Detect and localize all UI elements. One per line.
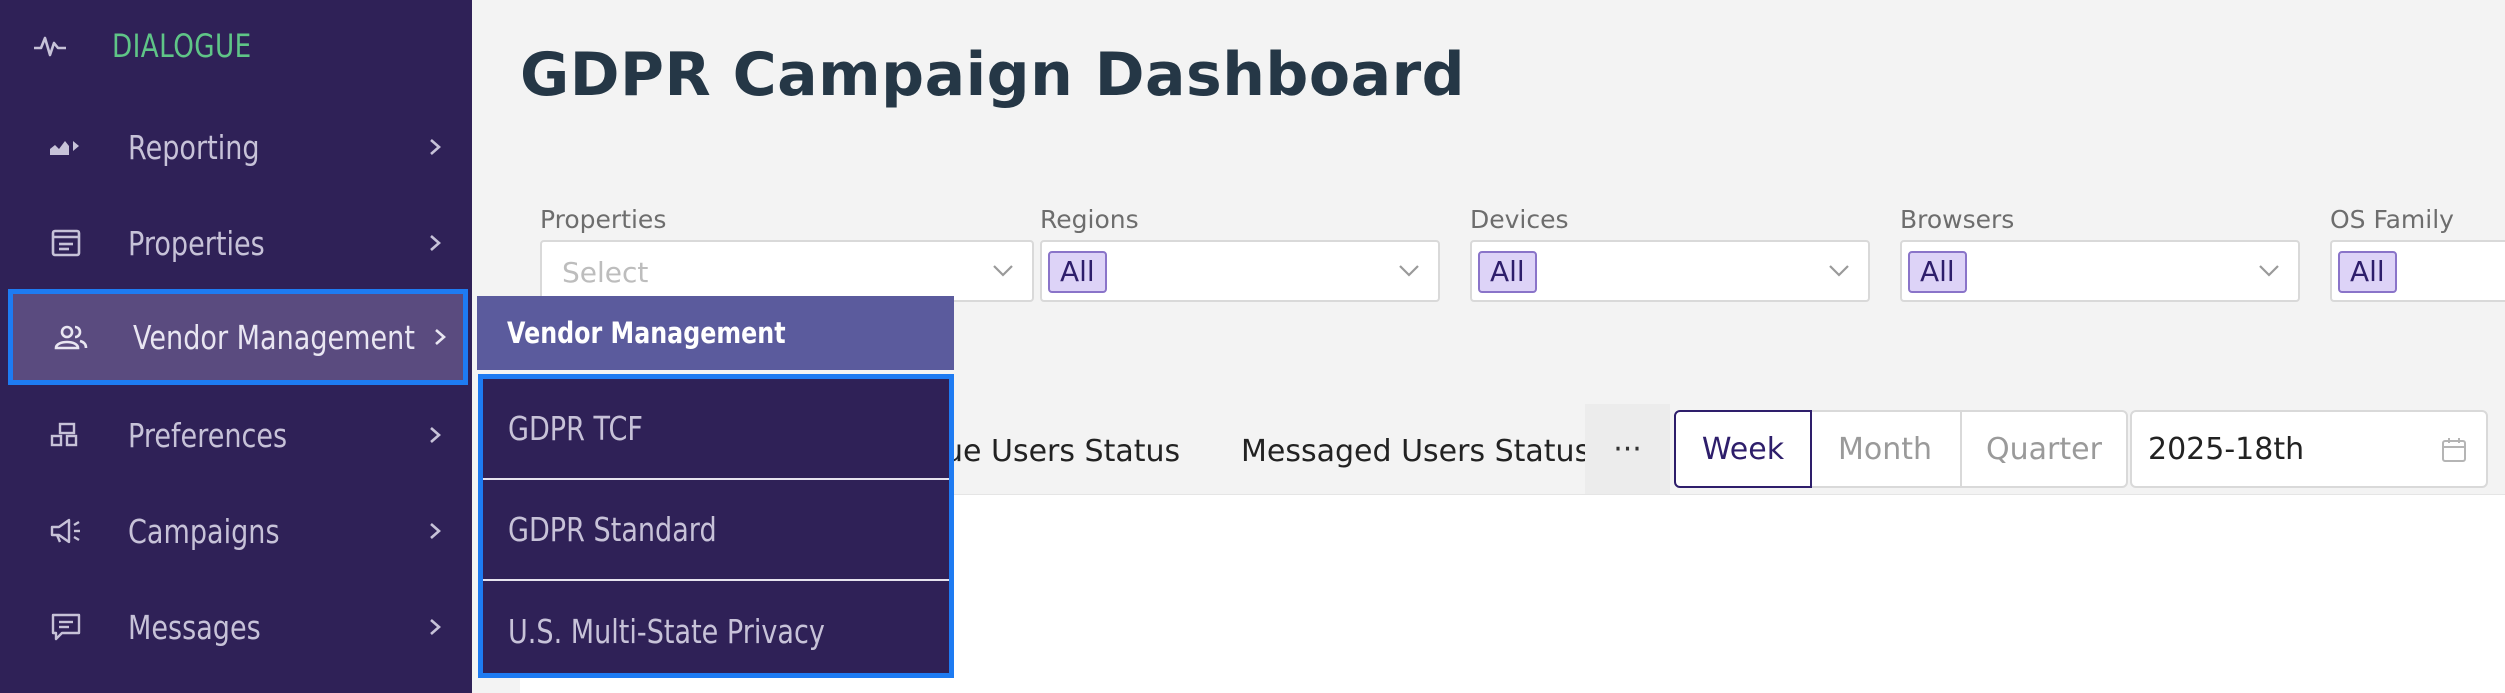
sidebar-item-properties[interactable]: Properties xyxy=(0,195,472,291)
devices-select[interactable]: All xyxy=(1470,240,1870,302)
sidebar-item-label: Messages xyxy=(128,607,261,647)
devices-filter-label: Devices xyxy=(1470,205,1569,234)
chevron-right-icon xyxy=(420,612,450,642)
os-family-filter-label: OS Family xyxy=(2330,205,2454,234)
more-tabs-button[interactable]: ··· xyxy=(1585,404,1670,494)
chart-icon xyxy=(46,127,86,167)
os-family-select[interactable]: All xyxy=(2330,240,2505,302)
menu-item-gdpr-standard[interactable]: GDPR Standard xyxy=(483,480,949,581)
properties-filter-label: Properties xyxy=(540,205,667,234)
period-month-button[interactable]: Month xyxy=(1810,410,1962,488)
week-date-picker[interactable]: 2025-18th xyxy=(2130,410,2488,488)
browsers-filter-label: Browsers xyxy=(1900,205,2015,234)
users-icon xyxy=(51,317,91,357)
sidebar-item-reporting[interactable]: Reporting xyxy=(0,99,472,195)
chevron-right-icon xyxy=(420,420,450,450)
chevron-right-icon xyxy=(420,516,450,546)
date-value: 2025-18th xyxy=(2148,432,2305,467)
chevron-right-icon xyxy=(420,132,450,162)
menu-item-label: GDPR TCF xyxy=(508,409,643,448)
chevron-down-icon xyxy=(988,256,1018,286)
period-week-button[interactable]: Week xyxy=(1674,410,1812,488)
menu-item-label: U.S. Multi-State Privacy xyxy=(508,612,825,651)
properties-placeholder: Select xyxy=(562,256,649,289)
sidebar-item-label: Campaigns xyxy=(128,511,280,551)
tab-unique-users-status[interactable]: ue Users Status xyxy=(944,434,1180,469)
regions-select[interactable]: All xyxy=(1040,240,1440,302)
devices-tag: All xyxy=(1478,251,1537,293)
menu-item-gdpr-tcf[interactable]: GDPR TCF xyxy=(483,379,949,480)
sidebar-item-label: Reporting xyxy=(128,127,260,167)
sidebar-item-label: Vendor Management xyxy=(133,317,415,357)
chevron-right-icon xyxy=(425,322,455,352)
sidebar-item-messages[interactable]: Messages xyxy=(0,579,472,675)
menu-item-label: GDPR Standard xyxy=(508,510,717,549)
menu-item-us-multi-state-privacy[interactable]: U.S. Multi-State Privacy xyxy=(483,581,949,682)
properties-icon xyxy=(46,223,86,263)
message-icon xyxy=(46,607,86,647)
chevron-down-icon xyxy=(2254,256,2284,286)
sidebar-item-preferences[interactable]: Preferences xyxy=(0,387,472,483)
sidebar-item-campaigns[interactable]: Campaigns xyxy=(0,483,472,579)
sidebar-item-vendor-management[interactable]: Vendor Management xyxy=(8,289,468,385)
period-quarter-button[interactable]: Quarter xyxy=(1960,410,2128,488)
regions-tag: All xyxy=(1048,251,1107,293)
os-family-tag: All xyxy=(2338,251,2397,293)
browsers-tag: All xyxy=(1908,251,1967,293)
flyout-title: Vendor Management xyxy=(507,316,786,350)
vendor-management-flyout-menu: GDPR TCF GDPR Standard U.S. Multi-State … xyxy=(478,374,954,678)
sidebar: DIALOGUE Reporting Properties Vendor Man… xyxy=(0,0,472,693)
page-title: GDPR Campaign Dashboard xyxy=(520,40,1466,110)
properties-select[interactable]: Select xyxy=(540,240,1034,302)
pulse-logo-icon xyxy=(30,26,70,66)
regions-filter-label: Regions xyxy=(1040,205,1139,234)
megaphone-icon xyxy=(46,511,86,551)
sidebar-item-label: Preferences xyxy=(128,415,288,455)
sidebar-item-label: Properties xyxy=(128,223,265,263)
chevron-right-icon xyxy=(420,228,450,258)
chevron-down-icon xyxy=(1824,256,1854,286)
brand[interactable]: DIALOGUE xyxy=(30,18,282,74)
preferences-icon xyxy=(46,415,86,455)
tab-messaged-users-status[interactable]: Messaged Users Status xyxy=(1241,434,1590,469)
chevron-down-icon xyxy=(1394,256,1424,286)
browsers-select[interactable]: All xyxy=(1900,240,2300,302)
vendor-management-flyout-header: Vendor Management xyxy=(477,296,954,370)
brand-name: DIALOGUE xyxy=(112,27,252,65)
calendar-icon xyxy=(2436,432,2472,468)
